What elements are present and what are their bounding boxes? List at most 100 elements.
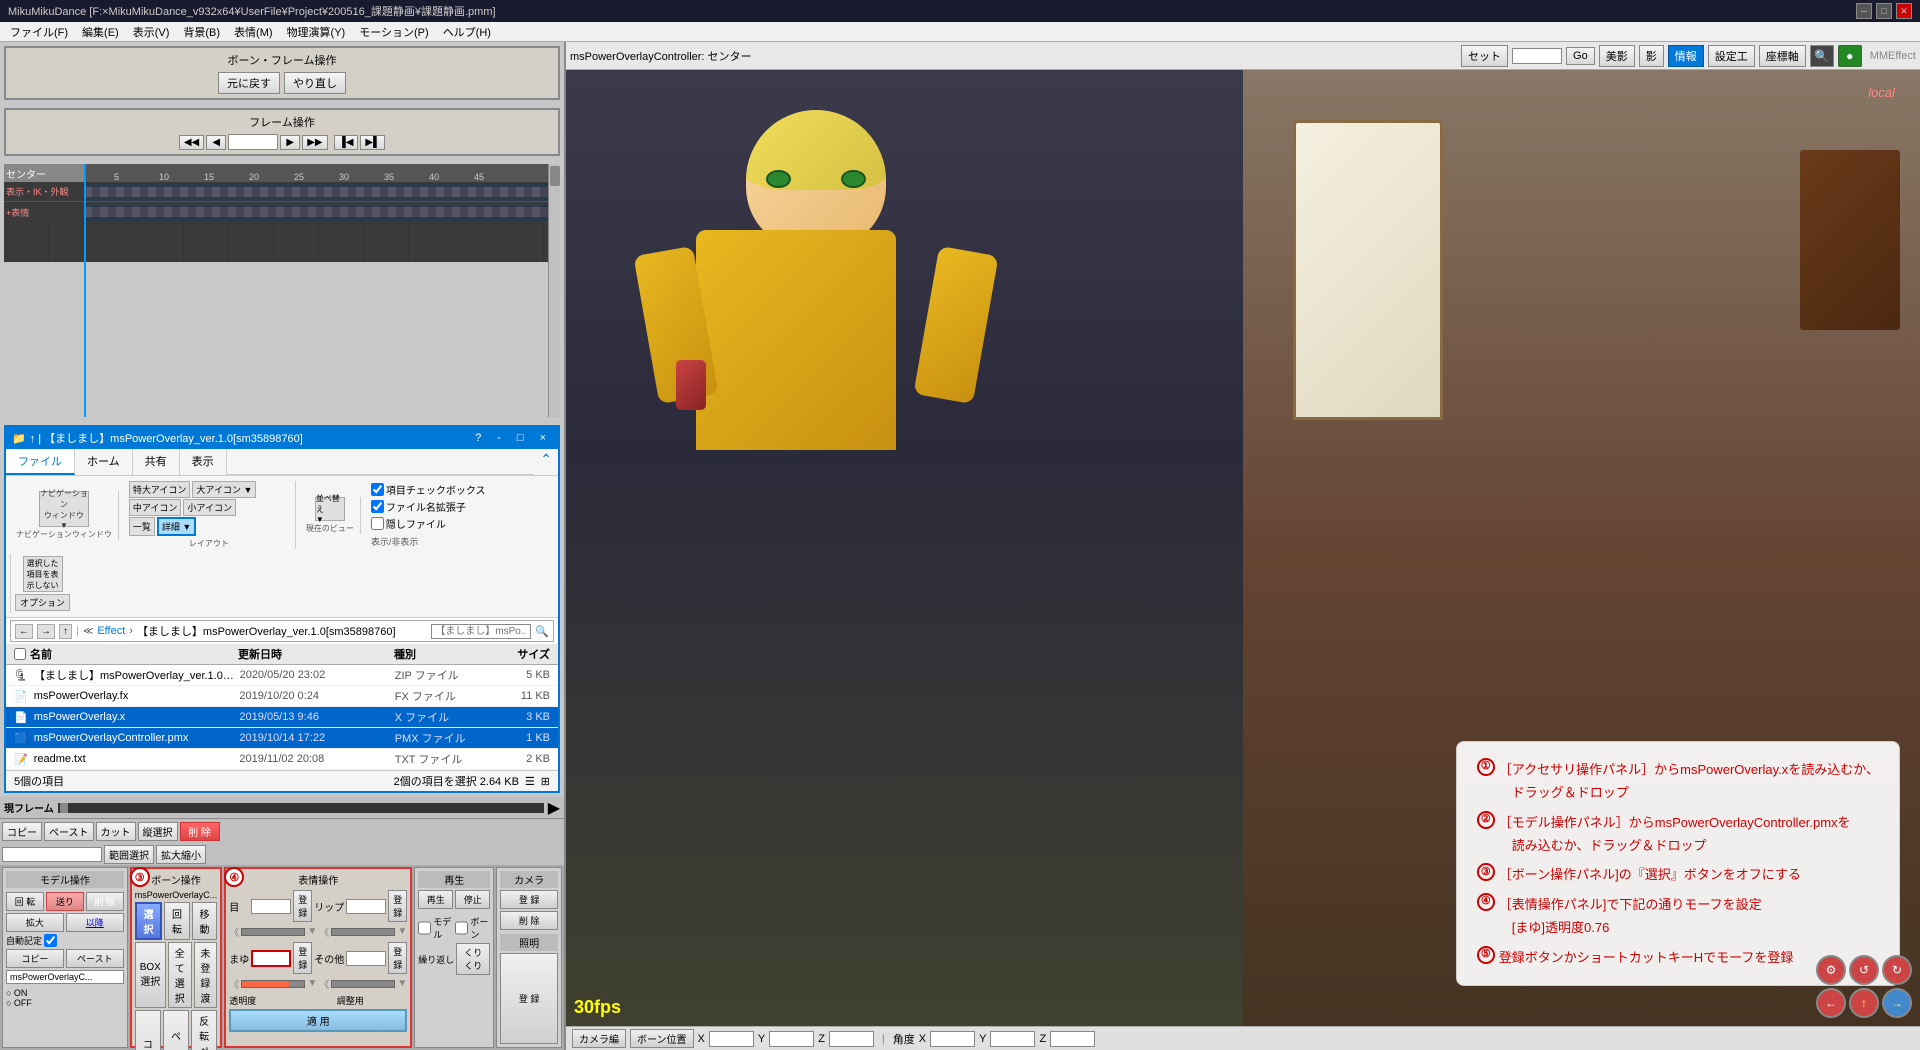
angle-z-input[interactable]: 0.0: [1050, 1031, 1095, 1047]
lip-slider[interactable]: [331, 928, 395, 936]
timeline-vscrollbar[interactable]: [548, 164, 560, 417]
show-selection-btn[interactable]: 選択した項目を表示しない: [23, 556, 63, 592]
fe-view-list-icon[interactable]: ☰: [525, 775, 535, 788]
close-button[interactable]: ✕: [1896, 3, 1912, 19]
face-apply-btn[interactable]: 適 用: [229, 1009, 407, 1032]
bone-rev-paste-btn[interactable]: 反転ペースト: [191, 1010, 217, 1050]
vp-camera-btn[interactable]: 座標軸: [1759, 45, 1806, 67]
bonepos-x-input[interactable]: 0.00: [709, 1031, 754, 1047]
other-slider[interactable]: [331, 980, 395, 988]
menu-expression[interactable]: 表情(M): [228, 22, 279, 42]
paste-model-btn[interactable]: ペースト: [66, 949, 124, 968]
lip-reg-btn[interactable]: 登 録: [388, 890, 407, 922]
view-detail-btn[interactable]: 詳細 ▼: [157, 517, 196, 536]
nav-btn-5[interactable]: ↑: [1849, 988, 1879, 1018]
lip-value-input[interactable]: 0.000: [346, 899, 386, 914]
paste-btn[interactable]: ペースト: [44, 822, 94, 841]
eye-reg-btn[interactable]: 登 録: [293, 890, 312, 922]
fe-view-grid-icon[interactable]: ⊞: [541, 775, 550, 788]
nav-btn-1[interactable]: ⚙: [1816, 955, 1846, 985]
vp-go-btn[interactable]: Go: [1566, 47, 1595, 65]
resize-link-btn[interactable]: 以降: [66, 913, 124, 932]
sort-btn[interactable]: 並べ替え▼: [315, 497, 345, 521]
frame-end-mark-button[interactable]: ▶▌: [360, 135, 385, 150]
viewport-3d[interactable]: 30fps local ① ［アクセサリ操作パネル］からmsPowerOverl…: [566, 70, 1920, 1026]
vp-settings-btn[interactable]: 設定工: [1708, 45, 1755, 67]
cam-reg-btn[interactable]: 登 録: [500, 890, 558, 909]
mayu-slider[interactable]: [241, 980, 305, 988]
nav-btn-3[interactable]: ↻: [1882, 955, 1912, 985]
frame-start-mark-button[interactable]: ▐◀: [334, 135, 359, 150]
bone-copy-btn[interactable]: コピー: [135, 1010, 161, 1050]
stop-btn[interactable]: 停止: [455, 890, 490, 909]
model-name-input[interactable]: [6, 970, 124, 984]
redo-button[interactable]: やり直し: [284, 72, 346, 94]
fe-collapse-button[interactable]: ⌃: [534, 449, 558, 475]
fe-close-button[interactable]: ×: [534, 432, 552, 444]
options-btn[interactable]: オプション: [15, 594, 70, 611]
fe-col-type[interactable]: 種別: [394, 646, 498, 662]
frame-jump-start-button[interactable]: ◀◀: [179, 135, 204, 150]
angle-y-input[interactable]: 0.00: [990, 1031, 1035, 1047]
vp-info-btn[interactable]: 情報: [1668, 45, 1704, 67]
vp-search-btn[interactable]: 🔍: [1810, 45, 1834, 67]
menu-edit[interactable]: 編集(E): [76, 22, 125, 42]
fe-file-row-4[interactable]: 📝 readme.txt 2019/11/02 20:08 TXT ファイル 2…: [6, 749, 558, 770]
menu-background[interactable]: 背景(B): [177, 22, 226, 42]
rotate-left-btn[interactable]: 回 転: [6, 892, 44, 911]
other-value-input[interactable]: 0.000: [346, 951, 386, 966]
model-checkbox[interactable]: [418, 915, 431, 941]
scroll-right-arrow[interactable]: ▶: [548, 798, 560, 818]
fe-tab-file[interactable]: ファイル: [6, 449, 75, 475]
fe-minimize-button[interactable]: -: [491, 432, 507, 444]
fe-tab-view[interactable]: 表示: [180, 449, 227, 475]
fe-col-size[interactable]: サイズ: [498, 646, 550, 662]
view-extra-large-btn[interactable]: 特大アイコン: [129, 481, 191, 498]
checkbox-hidden[interactable]: 隠しファイル: [371, 516, 486, 531]
menu-view[interactable]: 表示(V): [127, 22, 176, 42]
vp-shadow-btn[interactable]: 影: [1639, 45, 1664, 67]
fe-help-button[interactable]: ?: [469, 432, 487, 444]
play-btn[interactable]: 再生: [418, 890, 453, 909]
fe-col-name[interactable]: 名前: [30, 646, 238, 662]
menu-motion[interactable]: モーション(P): [353, 22, 434, 42]
menu-help[interactable]: ヘルプ(H): [437, 22, 497, 42]
fe-back-btn[interactable]: ←: [15, 624, 33, 639]
h-select-btn[interactable]: 縦選択: [138, 822, 178, 841]
vp-green-btn[interactable]: ●: [1838, 45, 1862, 67]
fe-breadcrumb-effect[interactable]: Effect: [97, 625, 125, 637]
bone-move-btn[interactable]: 移 動: [192, 902, 218, 940]
bone-select-all-btn[interactable]: 全て選択: [168, 942, 192, 1008]
copy-model-btn[interactable]: コピー: [6, 949, 64, 968]
send-btn[interactable]: 送り: [46, 892, 84, 911]
cut-btn[interactable]: カット: [96, 822, 136, 841]
fe-up-btn[interactable]: ↑: [59, 624, 72, 639]
frame-next-button[interactable]: ▶: [280, 135, 300, 150]
cam-delete-btn[interactable]: 削 除: [500, 911, 558, 930]
angle-x-input[interactable]: 0.00: [930, 1031, 975, 1047]
auto-set-checkbox[interactable]: [44, 934, 57, 947]
fe-search-input[interactable]: [431, 624, 531, 639]
select-bone-input[interactable]: 選択ボーン: [2, 847, 102, 862]
view-small-btn[interactable]: 小アイコン: [183, 499, 236, 516]
copy-btn[interactable]: コピー: [2, 822, 42, 841]
view-large-btn[interactable]: 大アイコン ▼: [192, 481, 256, 498]
minimize-button[interactable]: ─: [1856, 3, 1872, 19]
fe-file-row-1[interactable]: 📄 msPowerOverlay.fx 2019/10/20 0:24 FX フ…: [6, 686, 558, 707]
nav-btn-6[interactable]: →: [1882, 988, 1912, 1018]
mayu-reg-btn[interactable]: 登 録: [293, 942, 312, 974]
eye-slider[interactable]: [241, 928, 305, 936]
bone-paste-btn[interactable]: ペースト: [163, 1010, 189, 1050]
fe-forward-btn[interactable]: →: [37, 624, 55, 639]
fe-file-row-2[interactable]: ① 📄 msPowerOverlay.x 2019/05/13 9:46 X フ…: [6, 707, 558, 728]
undo-button[interactable]: 元に戻す: [218, 72, 280, 94]
vp-rendering-btn[interactable]: 美影: [1599, 45, 1635, 67]
bone-checkbox[interactable]: [455, 915, 468, 941]
vp-set-btn[interactable]: セット: [1461, 45, 1508, 67]
bone-rotate-btn[interactable]: 回 転: [164, 902, 190, 940]
fe-search-icon[interactable]: 🔍: [535, 625, 549, 638]
bone-pos-btn[interactable]: ボーン位置: [630, 1029, 694, 1048]
checkbox-item-check[interactable]: 項目チェックボックス: [371, 482, 486, 497]
range-select-btn[interactable]: 範囲選択: [104, 845, 154, 864]
fe-select-all-checkbox[interactable]: [14, 646, 26, 662]
